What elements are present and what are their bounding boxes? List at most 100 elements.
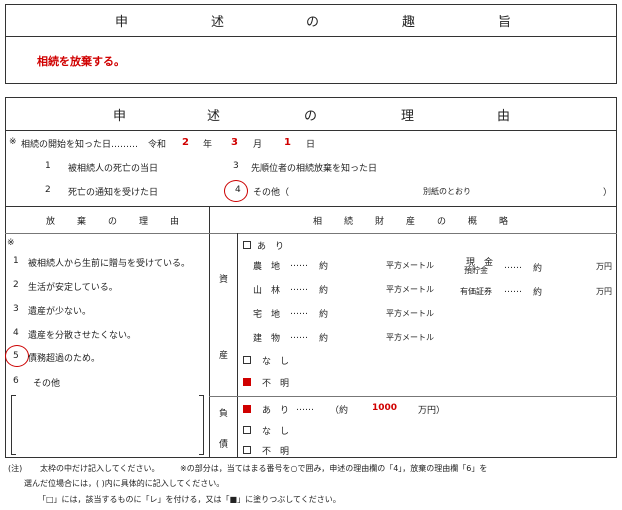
start-option-3[interactable]: 3 先順位者の相続放棄を知った日 [233, 161, 453, 174]
asset-name: 山 林 [253, 286, 281, 296]
debts-unknown-label: 不 明 [262, 447, 290, 457]
day-unit: 日 [306, 140, 316, 150]
reasons-title: 申 述 の 理 由 [5, 105, 617, 125]
purpose-title-char: の [306, 15, 320, 30]
asset-approx: 約 [319, 310, 329, 320]
renunciation-header: 放 棄 の 理 由 [5, 214, 209, 227]
debts-label-2: 債 [219, 440, 229, 450]
debts-dots: …… [296, 403, 314, 413]
asset-name-2: 預貯金 [464, 266, 488, 275]
notes-line-3: 「□」には，該当するものに「レ」を付ける，又は「■」に塗りつぶしてください。 [38, 495, 341, 504]
reason-item-2[interactable]: 2 生活が安定している。 [13, 280, 208, 293]
start-option-1[interactable]: 1 被相続人の死亡の当日 [45, 161, 245, 174]
notes-line-1a: 太枠の中だけ記入してください。 [40, 464, 160, 473]
option-detail[interactable]: 別紙のとおり [423, 186, 471, 197]
asset-row-forest: 山 林 …… 約 平方メートル [253, 283, 443, 296]
asset-unit: 万円 [596, 287, 612, 296]
asset-row-building: 建 物 …… 約 平方メートル [253, 331, 443, 344]
debts-unknown-checkbox[interactable] [243, 446, 251, 454]
option-text: その他（ [253, 188, 290, 198]
reason-number: 6 [13, 376, 19, 386]
estate-header: 相 続 財 産 の 概 略 [209, 214, 617, 227]
debts-unit: 万円） [418, 406, 446, 416]
asset-row-securities: 有価証券 …… 約 万円 [460, 285, 615, 298]
option-number: 1 [45, 161, 51, 171]
asset-dots: …… [290, 259, 308, 269]
reason-text: 生活が安定している。 [28, 283, 118, 293]
purpose-title-char: 述 [211, 15, 225, 30]
option-number: 2 [45, 185, 51, 195]
option-text: 先順位者の相続放棄を知った日 [251, 164, 378, 174]
start-month-value[interactable]: 3 [231, 137, 238, 148]
note-mark: ※ [9, 137, 17, 147]
reasons-title-char: 申 [113, 109, 127, 124]
reason-item-6[interactable]: 6 その他 [13, 376, 208, 389]
notes-line-2: 選んだ位場合には，( )内に具体的に記入してください。 [24, 479, 225, 488]
reason-text: 遺産が少ない。 [28, 307, 92, 317]
assets-label-1: 資 [219, 275, 229, 285]
start-year-value[interactable]: 2 [182, 137, 189, 148]
asset-dots: …… [290, 307, 308, 317]
debts-none-label: な し [262, 427, 290, 437]
asset-approx: 約 [533, 288, 543, 298]
reasons-title-char: 述 [207, 109, 221, 124]
start-day-value[interactable]: 1 [284, 137, 291, 148]
notes-section: (注) 太枠の中だけ記入してください。 ※の部分は，当てはまる番号を○で囲み，申… [8, 463, 618, 509]
assets-none-checkbox[interactable] [243, 356, 251, 364]
debts-yes-label: あ り [262, 406, 290, 416]
notes-label: (注) [8, 464, 23, 473]
header-char: 相 [313, 217, 323, 227]
debts-yes-row: あ り …… （約 1000 万円） [262, 403, 612, 416]
reason-text: 被相続人から生前に贈与を受けている。 [28, 259, 191, 269]
column-divider [209, 206, 210, 458]
debts-approx: （約 [330, 406, 349, 416]
start-option-4[interactable]: 4 その他（ 別紙のとおり ） [233, 185, 613, 198]
reason-number: 5 [13, 351, 19, 361]
other-reason-bracket-left [11, 395, 16, 455]
header-char: 理 [139, 217, 149, 227]
reason-text: その他 [33, 379, 61, 389]
debts-amount-value[interactable]: 1000 [372, 403, 397, 413]
option-text: 被相続人の死亡の当日 [68, 164, 159, 174]
purpose-content[interactable]: 相続を放棄する。 [37, 53, 125, 69]
asset-unit: 平方メートル [386, 333, 434, 342]
header-char: 産 [406, 217, 416, 227]
reason-number: 4 [13, 328, 19, 338]
asset-name: 宅 地 [253, 310, 281, 320]
reason-item-1[interactable]: 1 被相続人から生前に贈与を受けている。 [13, 256, 208, 269]
debts-none-checkbox[interactable] [243, 426, 251, 434]
reasons-title-divider [5, 130, 617, 131]
asset-name: 有価証券 [460, 287, 492, 296]
asset-unit: 平方メートル [386, 261, 434, 270]
start-option-2[interactable]: 2 死亡の通知を受けた日 [45, 185, 245, 198]
assets-yes-checkbox[interactable] [243, 241, 251, 249]
reason-item-3[interactable]: 3 遺産が少ない。 [13, 304, 208, 317]
asset-unit: 万円 [596, 262, 612, 271]
header-char: 略 [499, 217, 509, 227]
reasons-title-char: 由 [497, 109, 511, 124]
asset-dots: …… [504, 261, 522, 271]
asset-unit: 平方メートル [386, 285, 434, 294]
asset-dots: …… [290, 283, 308, 293]
asset-row-farmland: 農 地 …… 約 平方メートル [253, 259, 443, 272]
debts-yes-checkbox[interactable] [243, 405, 251, 413]
purpose-title-char: 旨 [498, 15, 512, 30]
purpose-title-char: 申 [115, 15, 129, 30]
header-char: の [108, 217, 118, 227]
asset-approx: 約 [319, 334, 329, 344]
reason-text: 債務超過のため。 [28, 354, 101, 364]
assets-yes-label: あ り [257, 242, 285, 252]
purpose-divider [5, 36, 617, 37]
month-unit: 月 [253, 140, 263, 150]
reason-number: 1 [13, 256, 19, 266]
reason-item-5[interactable]: 5 債務超過のため。 [13, 351, 208, 364]
header-char: 放 [46, 217, 56, 227]
reasons-mid-divider [5, 206, 617, 207]
assets-label-2: 産 [219, 351, 229, 361]
reason-item-4[interactable]: 4 遺産を分散させたくない。 [13, 328, 208, 341]
header-char: の [437, 217, 447, 227]
era-label: 令和 [148, 140, 167, 150]
asset-name: 建 物 [253, 334, 281, 344]
header-char: 続 [344, 217, 354, 227]
assets-unknown-checkbox[interactable] [243, 378, 251, 386]
